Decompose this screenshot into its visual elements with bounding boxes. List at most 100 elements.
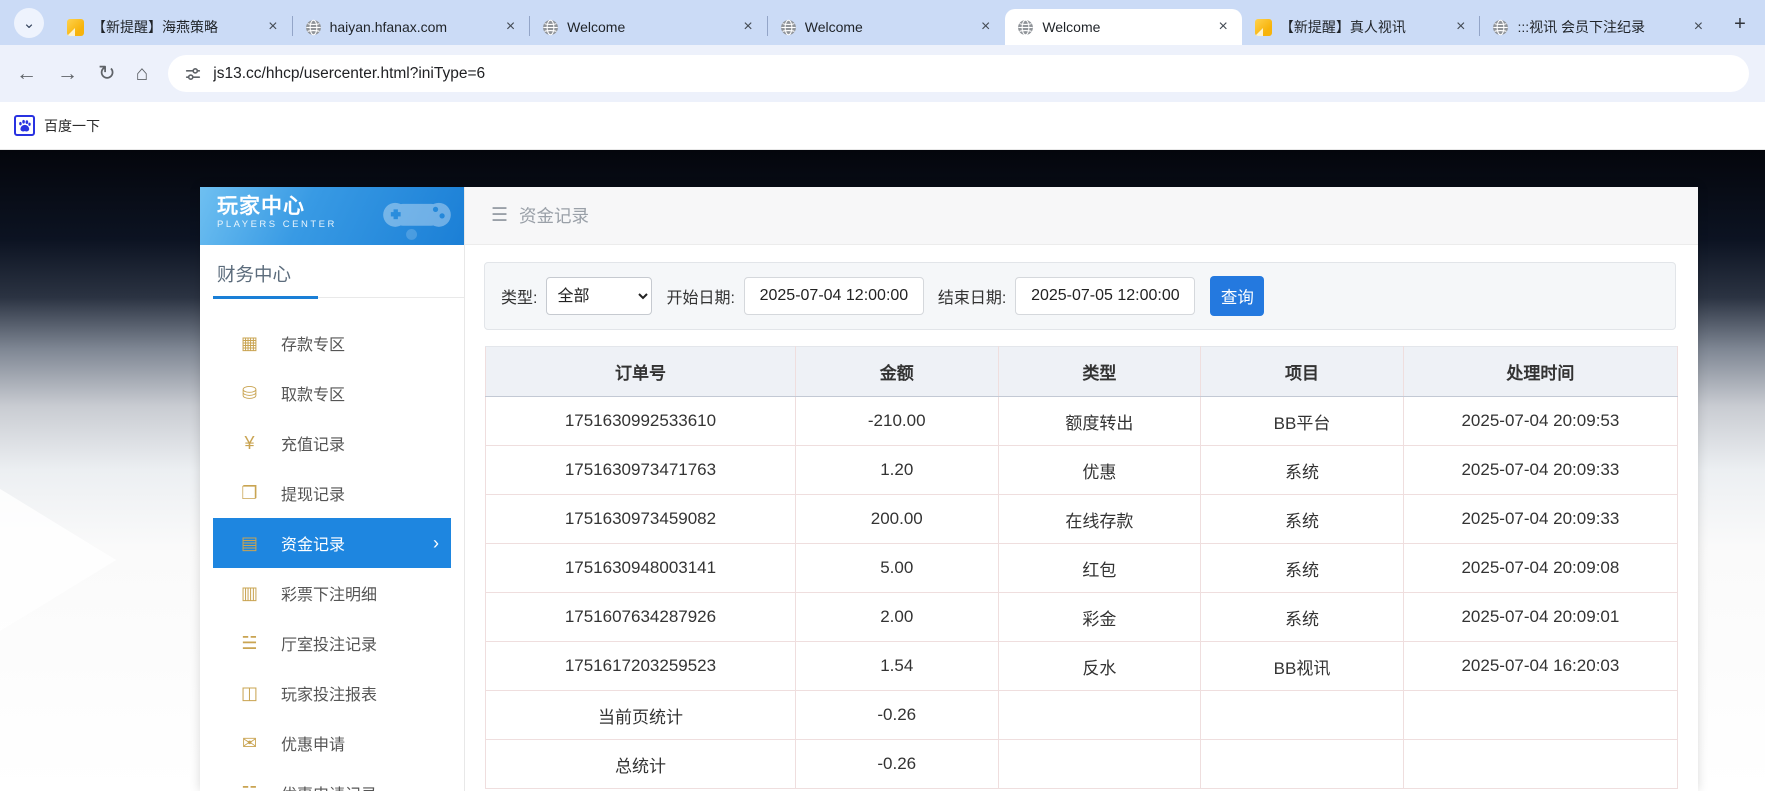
sidebar-item-label: 优惠申请记录 <box>281 781 377 791</box>
home-button[interactable]: ⌂ <box>136 62 149 86</box>
table-cell <box>1403 691 1677 740</box>
tab-4[interactable]: Welcome × <box>768 9 1005 45</box>
tab-search-button[interactable]: ⌄ <box>14 8 44 38</box>
table-cell: 2.00 <box>795 593 998 642</box>
table-cell <box>1201 691 1404 740</box>
tab-7[interactable]: :::视讯 会员下注纪录 × <box>1480 9 1717 45</box>
end-date-label: 结束日期: <box>938 284 1006 308</box>
table-cell: 1751630973459082 <box>486 495 796 544</box>
table-cell <box>998 740 1201 789</box>
baidu-paw-icon <box>14 115 35 136</box>
sidebar-item-promo-apply-records[interactable]: ☷ 优惠申请记录 › <box>213 768 451 791</box>
table-cell: 1751630948003141 <box>486 544 796 593</box>
tab-close-icon[interactable]: × <box>977 17 994 37</box>
table-cell: 2025-07-04 20:09:08 <box>1403 544 1677 593</box>
funds-cards-icon: ▤ <box>238 533 261 554</box>
tab-3[interactable]: Welcome × <box>530 9 767 45</box>
sidebar-item-label: 资金记录 <box>281 531 345 555</box>
table-cell: -0.26 <box>795 740 998 789</box>
sidebar-item-deposit-zone[interactable]: ▦ 存款专区 › <box>213 318 451 368</box>
tab-close-icon[interactable]: × <box>264 17 281 37</box>
table-body: 1751630992533610-210.00额度转出BB平台2025-07-0… <box>486 397 1678 789</box>
tab-title: 【新提醒】真人视讯 <box>1280 17 1444 37</box>
table-cell: 1751630992533610 <box>486 397 796 446</box>
tab-close-icon[interactable]: × <box>739 17 756 37</box>
sidebar-item-label: 厅室投注记录 <box>281 631 377 655</box>
globe-favicon-icon <box>1017 19 1034 36</box>
hamburger-menu-icon[interactable]: ☰ <box>491 204 508 227</box>
table-cell: 当前页统计 <box>486 691 796 740</box>
sidebar-item-funds-records[interactable]: ▤ 资金记录 › <box>213 518 451 568</box>
bookmarks-bar: 百度一下 <box>0 102 1765 150</box>
globe-favicon-icon <box>305 19 322 36</box>
moneybag-icon: ¥ <box>238 433 261 454</box>
tab-6[interactable]: 【新提醒】真人视讯 × <box>1243 9 1480 45</box>
table-row: 17516309480031415.00红包系统2025-07-04 20:09… <box>486 544 1678 593</box>
tab-close-icon[interactable]: × <box>1690 17 1707 37</box>
sidebar-menu: ▦ 存款专区 › ⛁ 取款专区 › ¥ 充值记录 › ❐ 提现记录 › ▤ 资金… <box>200 318 464 791</box>
page-title: 资金记录 <box>519 203 589 228</box>
table-cell: 1.20 <box>795 446 998 495</box>
tab-close-icon[interactable]: × <box>1452 17 1469 37</box>
table-row: 1751630992533610-210.00额度转出BB平台2025-07-0… <box>486 397 1678 446</box>
tab-2[interactable]: haiyan.hfanax.com × <box>293 9 530 45</box>
sidebar-item-lottery-bet-detail[interactable]: ▥ 彩票下注明细 › <box>213 568 451 618</box>
table-cell: 1.54 <box>795 642 998 691</box>
query-button[interactable]: 查询 <box>1210 276 1264 316</box>
table-cell: -210.00 <box>795 397 998 446</box>
table-cell: 1751630973471763 <box>486 446 796 495</box>
sidebar-item-label: 取款专区 <box>281 381 345 405</box>
table-header-cell: 处理时间 <box>1403 347 1677 397</box>
table-cell: 系统 <box>1201 495 1404 544</box>
bookmark-label: 百度一下 <box>44 116 100 136</box>
table-header-cell: 项目 <box>1201 347 1404 397</box>
table-cell: 系统 <box>1201 544 1404 593</box>
sidebar-item-promo-apply[interactable]: ✉ 优惠申请 › <box>213 718 451 768</box>
table-cell: 2025-07-04 20:09:53 <box>1403 397 1677 446</box>
start-date-input[interactable] <box>744 277 924 315</box>
sidebar-item-player-bet-report[interactable]: ◫ 玩家投注报表 › <box>213 668 451 718</box>
sidebar-item-withdraw-records[interactable]: ❐ 提现记录 › <box>213 468 451 518</box>
globe-favicon-icon <box>780 19 797 36</box>
table-cell: 反水 <box>998 642 1201 691</box>
main-panel: ☰ 资金记录 类型: 全部 开始日期: 结束日期: 查询 订单号金额类型项目处理… <box>465 187 1698 791</box>
reload-button[interactable]: ↻ <box>98 61 116 86</box>
site-settings-icon[interactable] <box>184 65 202 83</box>
sidebar-item-label: 提现记录 <box>281 481 345 505</box>
table-row: 当前页统计-0.26 <box>486 691 1678 740</box>
table-cell: 系统 <box>1201 593 1404 642</box>
end-date-input[interactable] <box>1015 277 1195 315</box>
tab-title: Welcome <box>1042 19 1206 35</box>
withdraw-hand-icon: ⛁ <box>238 383 261 404</box>
table-cell <box>1201 740 1404 789</box>
new-tab-button[interactable]: + <box>1725 9 1755 39</box>
forward-button[interactable]: → <box>57 62 78 86</box>
url-text[interactable]: js13.cc/hhcp/usercenter.html?iniType=6 <box>213 65 485 83</box>
deposit-card-icon: ▦ <box>238 333 261 354</box>
address-bar[interactable]: js13.cc/hhcp/usercenter.html?iniType=6 <box>168 55 1749 92</box>
table-header-row: 订单号金额类型项目处理时间 <box>486 347 1678 397</box>
sidebar-item-withdraw-zone[interactable]: ⛁ 取款专区 › <box>213 368 451 418</box>
tab-1[interactable]: 【新提醒】海燕策略 × <box>55 9 292 45</box>
table-cell: 系统 <box>1201 446 1404 495</box>
webpage-background: 玩家中心 PLAYERS CENTER 财务中心 ▦ 存款专区 › ⛁ 取款专区… <box>0 150 1765 791</box>
sidebar-item-recharge-records[interactable]: ¥ 充值记录 › <box>213 418 451 468</box>
tab-close-icon[interactable]: × <box>502 17 519 37</box>
gamepad-icon <box>378 193 456 245</box>
table-row: 17516076342879262.00彩金系统2025-07-04 20:09… <box>486 593 1678 642</box>
table-row: 17516172032595231.54反水BB视讯2025-07-04 16:… <box>486 642 1678 691</box>
lottery-list-icon: ▥ <box>238 583 261 604</box>
back-button[interactable]: ← <box>16 62 37 86</box>
table-cell <box>998 691 1201 740</box>
table-cell: 2025-07-04 20:09:33 <box>1403 495 1677 544</box>
table-cell: 总统计 <box>486 740 796 789</box>
tab-close-icon[interactable]: × <box>1215 17 1232 37</box>
table-cell: 2025-07-04 20:09:01 <box>1403 593 1677 642</box>
type-select[interactable]: 全部 <box>546 277 652 315</box>
bookmark-baidu[interactable]: 百度一下 <box>14 115 100 136</box>
table-header-cell: 类型 <box>998 347 1201 397</box>
chevron-right-icon: › <box>433 533 439 554</box>
tab-5[interactable]: Welcome × <box>1005 9 1242 45</box>
promo-envelope-icon: ✉ <box>238 733 261 754</box>
sidebar-item-hall-bet-records[interactable]: ☱ 厅室投注记录 › <box>213 618 451 668</box>
